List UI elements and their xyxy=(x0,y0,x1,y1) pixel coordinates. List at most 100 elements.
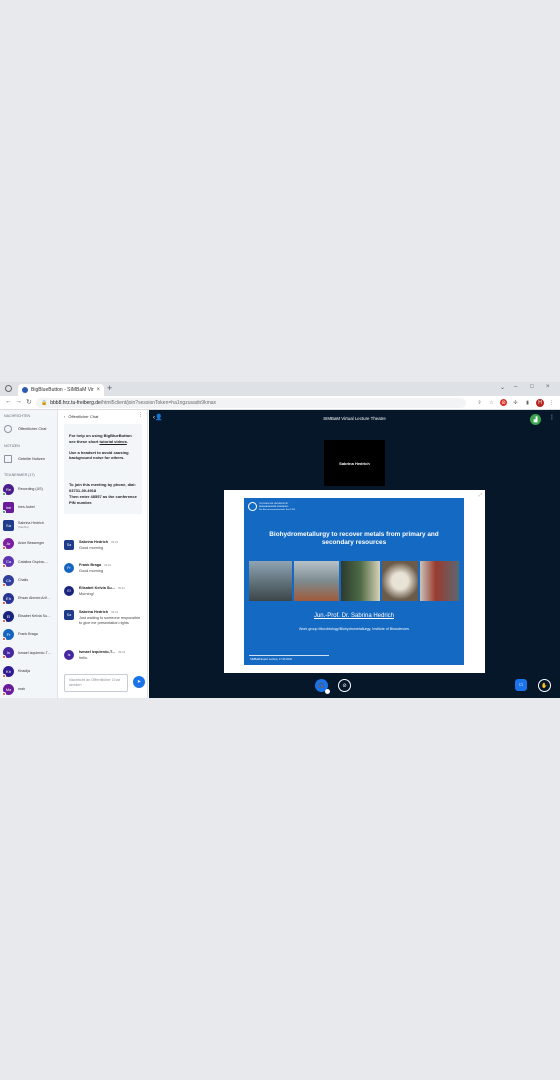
sidepanel-icon[interactable]: ▮ xyxy=(524,399,531,406)
participant-item[interactable]: Ine Ines Aubel xyxy=(2,500,57,514)
webcam-button[interactable]: ⊘ xyxy=(338,679,351,692)
chat-options-icon[interactable]: ⋮ xyxy=(138,412,143,418)
participant-name-text: Ines Aubel xyxy=(18,505,35,510)
headphones-icon: 🎧 xyxy=(318,682,325,689)
audio-button[interactable]: 🎧 xyxy=(315,679,330,694)
shared-notes-link[interactable]: Geteilte Notizen xyxy=(4,454,56,464)
back-icon[interactable]: ← xyxy=(5,398,12,405)
participant-name: Chalis xyxy=(18,578,28,582)
participant-item[interactable]: Fr Frank Braga xyxy=(2,628,57,642)
participant-item[interactable]: Re Recording (US) xyxy=(2,482,57,496)
message-time: 09:23 xyxy=(118,650,126,654)
audio-options-dot[interactable] xyxy=(325,689,330,694)
workspace-icon[interactable] xyxy=(5,385,12,392)
avatar: Ma xyxy=(2,683,14,696)
audio-on-icon xyxy=(2,491,6,496)
chevron-left-icon[interactable]: ‹ xyxy=(64,414,65,419)
participant-name: Anke Bessenger xyxy=(18,541,44,545)
bookmark-star-icon[interactable]: ☆ xyxy=(488,399,495,406)
hand-icon: ✋ xyxy=(541,682,548,689)
presentation-area: ⤢ TECHNISCHE UNIVERSITÄT BERGAKADEMIE FR… xyxy=(224,490,485,673)
avatar: Ine xyxy=(2,501,14,514)
new-tab-button[interactable]: + xyxy=(107,383,112,393)
options-menu-icon[interactable]: ⋮ xyxy=(549,414,555,421)
messages-header: NACHRICHTEN xyxy=(4,414,31,418)
participant-item[interactable]: Sa Sabrina Hedrich (Sie/Du) xyxy=(3,518,57,532)
participant-item[interactable]: Is Ismael Izquierdo-T… xyxy=(2,646,57,660)
university-tagline: Die Ressourcenuniversität. Seit 1765. xyxy=(259,508,296,511)
public-chat-link[interactable]: Öffentlicher Chat xyxy=(4,424,56,434)
message-body: Frank Braga 09:22 Good morning xyxy=(79,563,141,574)
webcam-tile[interactable]: Sabrina Hedrich xyxy=(324,440,385,486)
tutorial-videos-link[interactable]: tutorial videos xyxy=(99,439,126,444)
forward-icon[interactable]: → xyxy=(15,398,22,405)
chat-message: Fr Frank Braga 09:22 Good morning xyxy=(64,563,144,574)
avatar-initials: Is xyxy=(67,653,71,657)
raise-hand-button[interactable]: ✋ xyxy=(538,679,551,692)
fullscreen-icon[interactable]: ⤢ xyxy=(479,492,482,497)
chat-message: El Elisabet Kelvia Su... 09:22 Morning! xyxy=(64,586,144,597)
tab-title: BigBlueButton - SIMBaM Virtual xyxy=(31,387,94,393)
tab-close-icon[interactable]: × xyxy=(96,387,100,393)
avatar-initials: Sa xyxy=(66,613,72,617)
mic-muted-icon xyxy=(2,564,6,569)
participant-item[interactable]: Ch Chalis xyxy=(2,573,57,587)
chevron-down-icon[interactable]: ⌄ xyxy=(500,384,505,391)
puzzle-icon[interactable]: ✣ xyxy=(512,399,519,406)
avatar: Ar xyxy=(2,538,14,551)
message-text: Good morning xyxy=(79,569,104,573)
avatar: Fr xyxy=(64,563,74,573)
notes-icon xyxy=(4,455,12,463)
extension-icon[interactable]: ⊘ xyxy=(500,399,507,406)
url-host: bbb8.hrz.tu-freiberg.de xyxy=(50,400,101,406)
mine-photo xyxy=(249,561,293,601)
presentation-button[interactable]: ▭ xyxy=(515,679,527,691)
message-header: Frank Braga 09:22 xyxy=(79,563,141,567)
profile-avatar[interactable]: H xyxy=(536,399,544,407)
minimize-button[interactable]: – xyxy=(514,384,517,390)
avatar: Eh xyxy=(2,592,14,605)
send-button[interactable]: ➤ xyxy=(133,676,145,688)
participant-name-text: Chalis xyxy=(18,577,28,582)
main-stage: ‹👤 SIMBaM Virtual Lecture Theatre ▟ ⋮ Sa… xyxy=(149,410,560,698)
camera-off-icon: ⊘ xyxy=(342,682,347,689)
message-header: Sabrina Hedrich 09:22 xyxy=(79,610,141,614)
welcome-message: For help on using BigBlueButton see thes… xyxy=(64,424,142,515)
send-icon: ➤ xyxy=(136,679,142,685)
participant-item[interactable]: Ca Catalina Ospina-… xyxy=(2,555,57,569)
reload-icon[interactable]: ↻ xyxy=(26,398,32,406)
maximize-button[interactable]: □ xyxy=(530,384,534,390)
message-body: Sabrina Hedrich 09:22 Just waiting fo some… xyxy=(79,610,141,626)
avatar-initials: Kh xyxy=(6,668,11,674)
message-time: 09:22 xyxy=(117,586,125,590)
url-input[interactable]: 🔒 bbb8.hrz.tu-freiberg.de/html5client/jo… xyxy=(36,398,466,408)
petri-dish-photo xyxy=(382,561,418,601)
close-window-button[interactable]: × xyxy=(546,384,550,390)
bbb-app: NACHRICHTEN Öffentlicher Chat NOTIZEN Ge… xyxy=(0,410,560,698)
mic-muted-icon xyxy=(2,582,6,587)
message-body: Ismael Izquierdo-T... 09:23 hello. xyxy=(79,650,141,661)
bioreactor-photo xyxy=(341,561,381,601)
participant-item[interactable]: Ar Anke Bessenger xyxy=(2,537,57,551)
chat-message-input[interactable]: Nachricht an Öffentlicher Chat senden xyxy=(64,674,128,692)
chat-header[interactable]: ‹ Öffentlicher Chat ⋮ xyxy=(59,410,148,422)
address-bar: ← → ↻ 🔒 bbb8.hrz.tu-freiberg.de/html5cli… xyxy=(0,396,560,410)
presentation-slide: TECHNISCHE UNIVERSITÄT BERGAKADEMIE FREI… xyxy=(244,498,464,665)
browser-menu-icon[interactable]: ⋮ xyxy=(548,399,555,406)
avatar-initials: El xyxy=(6,613,11,619)
avatar: El xyxy=(64,586,74,596)
share-icon[interactable]: ⇪ xyxy=(476,399,483,406)
participant-item[interactable]: El Elisabet Kelvia Su… xyxy=(2,609,57,623)
webcam-user-name: Sabrina Hedrich xyxy=(339,460,370,466)
chat-icon xyxy=(4,425,12,433)
participant-role: (Sie/Du) xyxy=(18,524,30,529)
avatar-initials: Ine xyxy=(5,504,12,510)
message-time: 09:22 xyxy=(111,610,119,614)
participant-item[interactable]: Eh Ehsan Ahmed Arif… xyxy=(2,591,57,605)
participant-item[interactable]: Kh Khadija xyxy=(2,664,57,678)
headset-tip: Use a headset to avoid causing backgroun… xyxy=(69,449,129,461)
browser-tab[interactable]: BigBlueButton - SIMBaM Virtual × xyxy=(18,384,104,396)
connection-status-icon[interactable]: ▟ xyxy=(530,414,541,425)
participant-item[interactable]: Ma mah xyxy=(2,682,57,696)
url-path: /html5client/join?sessionToken=ha1ngzusa… xyxy=(100,400,217,406)
